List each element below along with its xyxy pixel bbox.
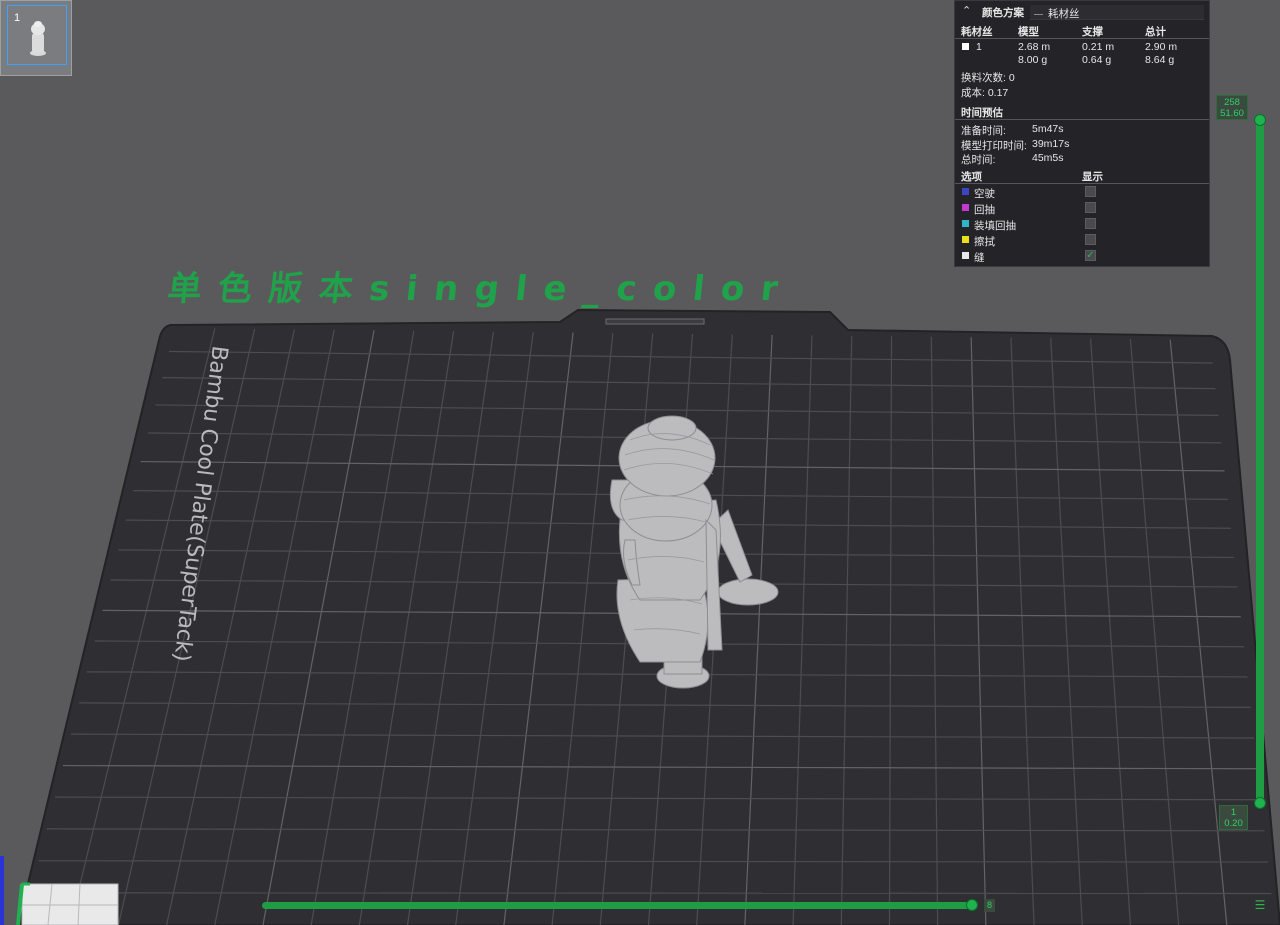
chevron-up-icon[interactable]: ⌃ [962, 4, 971, 17]
total-length: 2.90 m [1145, 41, 1178, 53]
options-header: 选项 [961, 171, 982, 183]
show-header: 显示 [1082, 171, 1103, 183]
wipe-checkbox[interactable] [1085, 234, 1096, 245]
move-slider-handle[interactable] [966, 899, 978, 911]
col-model: 模型 [1018, 26, 1039, 38]
seam-checkbox[interactable]: ✓ [1085, 250, 1096, 261]
divider [955, 119, 1209, 120]
deretract-checkbox[interactable] [1085, 218, 1096, 229]
legend-panel: ⌃ 颜色方案 ﹏ 耗材丝 耗材丝 模型 支撑 总计 1 2.68 m 8.00 … [954, 0, 1210, 267]
retract-checkbox[interactable] [1085, 202, 1096, 213]
deretract-swatch [962, 220, 969, 227]
prep-time-value: 5m47s [1032, 123, 1064, 135]
col-total: 总计 [1145, 26, 1166, 38]
col-filament: 耗材丝 [961, 26, 993, 38]
model-length: 2.68 m [1018, 41, 1051, 53]
time-estimate-title: 时间预估 [961, 107, 1003, 119]
chevron-down-icon: ﹏ [1034, 6, 1044, 16]
legend-header: ⌃ 颜色方案 ﹏ 耗材丝 [955, 1, 1209, 21]
option-label: 缝 [974, 252, 985, 264]
support-length: 0.21 m [1082, 41, 1115, 53]
print-time-label: 模型打印时间: [961, 140, 1027, 152]
layer-slider-bottom-handle[interactable] [1254, 797, 1266, 809]
travel-swatch [962, 188, 969, 195]
bottom-layer-number: 1 [1230, 807, 1237, 818]
total-weight: 8.64 g [1145, 54, 1175, 66]
col-support: 支撑 [1082, 26, 1103, 38]
travel-checkbox[interactable] [1085, 186, 1096, 197]
option-label: 回抽 [974, 204, 995, 216]
option-label: 装填回抽 [974, 220, 1016, 232]
filament-changes: 换料次数: 0 [961, 72, 1015, 84]
filament-id: 1 [976, 41, 982, 53]
filament-swatch [962, 43, 969, 50]
move-slider-value: 8 [984, 899, 995, 912]
total-time-value: 45m5s [1032, 152, 1064, 164]
option-label: 空驶 [974, 188, 995, 200]
divider [955, 38, 1209, 39]
seam-swatch [962, 252, 969, 259]
plate-index: 1 [14, 12, 21, 24]
color-scheme-value: 耗材丝 [1048, 8, 1080, 20]
option-label: 擦拭 [974, 236, 995, 248]
cost: 成本: 0.17 [961, 87, 1009, 99]
model-weight: 8.00 g [1018, 54, 1048, 66]
color-scheme-label: 颜色方案 [982, 7, 1024, 19]
layer-slider-top-handle[interactable] [1254, 114, 1266, 126]
top-layer-height: 51.60 [1220, 108, 1244, 119]
color-scheme-dropdown[interactable]: ﹏ 耗材丝 [1030, 5, 1204, 20]
plate-title: 单色版本single_color [166, 269, 780, 309]
model-thumbnail-icon [30, 21, 46, 56]
total-time-label: 总时间: [961, 154, 996, 166]
bottom-layer-height: 0.20 [1224, 818, 1243, 829]
wipe-swatch [962, 236, 969, 243]
move-slider-track[interactable] [262, 902, 974, 909]
layers-icon[interactable]: ☰ [1253, 898, 1267, 912]
grid-line [30, 892, 1272, 895]
bottom-layer-label: 1 0.20 [1219, 805, 1248, 830]
retract-swatch [962, 204, 969, 211]
layer-slider-track[interactable] [1256, 118, 1264, 806]
support-weight: 0.64 g [1082, 54, 1112, 66]
top-layer-number: 258 [1224, 97, 1240, 108]
plate-thumbnail[interactable]: 1 [0, 0, 72, 76]
print-time-value: 39m17s [1032, 138, 1070, 150]
top-layer-label: 258 51.60 [1216, 95, 1248, 120]
divider [955, 183, 1209, 184]
prep-time-label: 准备时间: [961, 125, 1006, 137]
